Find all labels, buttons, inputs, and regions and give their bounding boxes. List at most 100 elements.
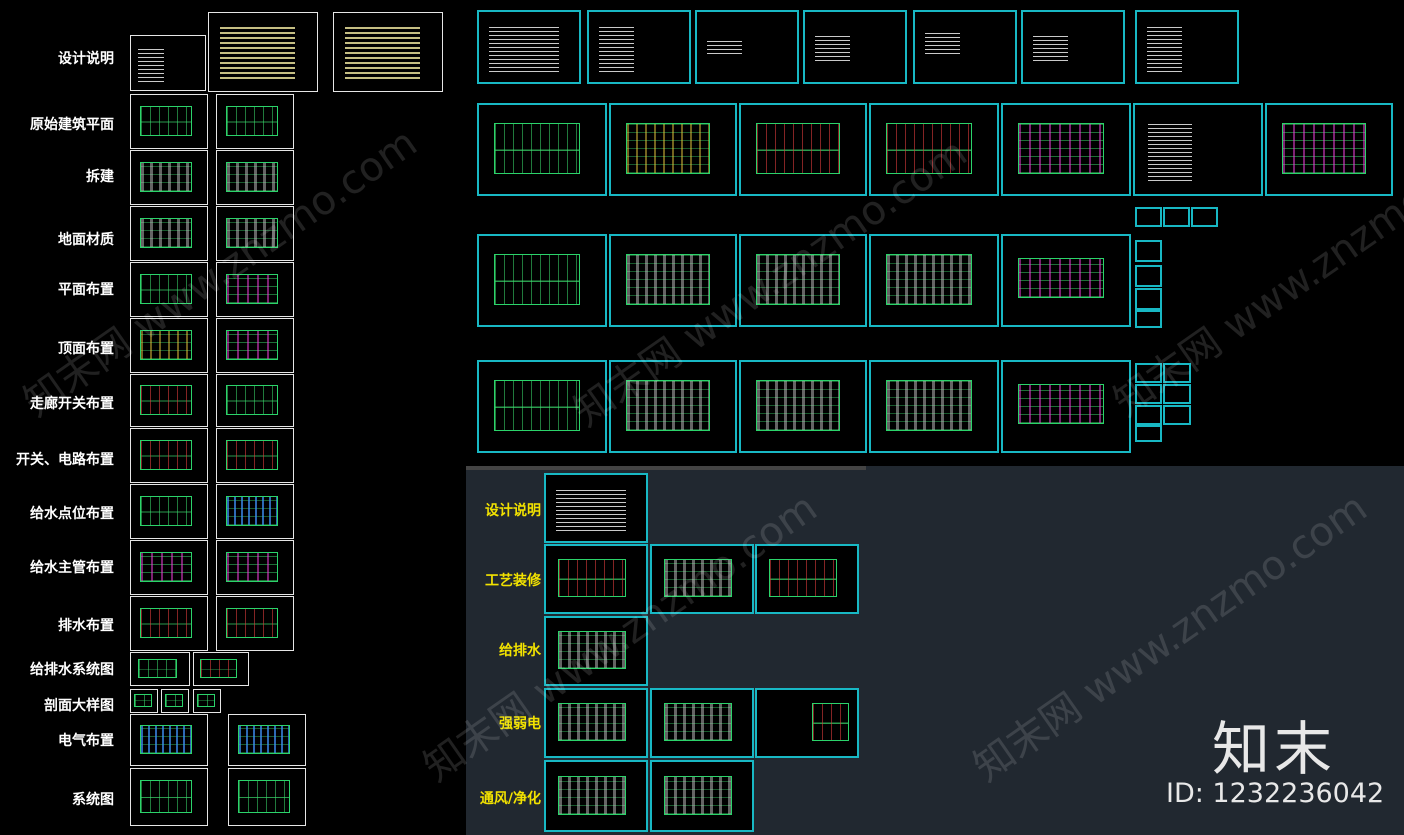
plan-drawing bbox=[238, 780, 290, 813]
sheet-notes[interactable] bbox=[1021, 10, 1125, 84]
plan-drawing bbox=[200, 659, 238, 678]
plan-drawing bbox=[140, 607, 192, 639]
sheet-plan[interactable] bbox=[739, 360, 867, 453]
sheet-notes[interactable] bbox=[1133, 103, 1263, 196]
plan-drawing bbox=[197, 694, 215, 708]
plan-drawing bbox=[226, 439, 278, 471]
label-panel-plumbing: 给排水 bbox=[499, 643, 541, 659]
plan-drawing bbox=[625, 122, 711, 175]
plan-drawing bbox=[226, 329, 278, 361]
sheet-notes[interactable] bbox=[544, 473, 648, 543]
sheet-plan[interactable] bbox=[216, 374, 294, 427]
plan-drawing bbox=[226, 551, 278, 583]
sheet-notes[interactable] bbox=[913, 10, 1017, 84]
sheet-plan[interactable] bbox=[130, 540, 208, 595]
label-electrical: 电气布置 bbox=[58, 733, 114, 749]
plan-drawing bbox=[886, 253, 972, 306]
plan-drawing bbox=[140, 725, 192, 754]
brand-id: ID: 1232236042 bbox=[1166, 778, 1385, 809]
sheet-plan[interactable] bbox=[130, 150, 208, 205]
sheet-notes-3[interactable] bbox=[333, 12, 443, 92]
plan-drawing bbox=[140, 105, 192, 137]
sheet-plan[interactable] bbox=[130, 374, 208, 427]
sheet-plan[interactable] bbox=[609, 103, 737, 196]
sheet-notes[interactable] bbox=[695, 10, 799, 84]
plan-drawing bbox=[226, 105, 278, 137]
sheet-plan[interactable] bbox=[477, 234, 607, 327]
sheet-mini[interactable] bbox=[1135, 310, 1162, 328]
sheet-mini[interactable] bbox=[1135, 288, 1162, 310]
label-drainage: 排水布置 bbox=[58, 618, 114, 634]
label-water-points: 给水点位布置 bbox=[30, 506, 114, 522]
sheet-legend[interactable] bbox=[1265, 103, 1393, 196]
sheet-plan[interactable] bbox=[477, 103, 607, 196]
sheet-plan[interactable] bbox=[130, 596, 208, 651]
label-section-detail: 剖面大样图 bbox=[44, 698, 114, 714]
plan-drawing bbox=[558, 559, 626, 598]
sheet-mini[interactable] bbox=[1135, 207, 1162, 227]
sheet-plan[interactable] bbox=[130, 484, 208, 539]
sheet-plan[interactable] bbox=[216, 484, 294, 539]
label-water-main: 给水主管布置 bbox=[30, 560, 114, 576]
sheet-mini[interactable] bbox=[1135, 240, 1162, 262]
sheet-plan[interactable] bbox=[216, 540, 294, 595]
sheet-electrical[interactable] bbox=[130, 714, 208, 766]
label-plumbing-system: 给排水系统图 bbox=[30, 662, 114, 678]
sheet-content bbox=[556, 486, 626, 532]
sheet-notes-2[interactable] bbox=[208, 12, 318, 92]
plan-drawing bbox=[886, 379, 972, 432]
plan-drawing bbox=[140, 780, 192, 813]
plan-drawing bbox=[558, 775, 626, 816]
sheet-mini[interactable] bbox=[1191, 207, 1218, 227]
sheet-plan[interactable] bbox=[216, 428, 294, 483]
plan-drawing bbox=[140, 551, 192, 583]
sheet-plan[interactable] bbox=[216, 94, 294, 149]
sheet-plan[interactable] bbox=[650, 688, 754, 758]
label-demolition: 拆建 bbox=[86, 169, 114, 185]
sheet-plan[interactable] bbox=[216, 318, 294, 373]
plan-drawing bbox=[140, 495, 192, 527]
sheet-mini[interactable] bbox=[1163, 207, 1190, 227]
sheet-cover[interactable] bbox=[477, 10, 581, 84]
plan-drawing bbox=[134, 694, 152, 708]
sheet-plan[interactable] bbox=[1001, 103, 1131, 196]
sheet-system-diagram[interactable] bbox=[228, 768, 306, 826]
plan-drawing bbox=[140, 217, 192, 249]
sheet-plan[interactable] bbox=[216, 596, 294, 651]
sheet-notes[interactable] bbox=[130, 35, 206, 91]
sheet-plan[interactable] bbox=[869, 234, 999, 327]
sheet-system[interactable] bbox=[755, 688, 859, 758]
sheet-electrical[interactable] bbox=[228, 714, 306, 766]
plan-drawing bbox=[226, 495, 278, 527]
plan-drawing bbox=[238, 725, 290, 754]
sheet-plan[interactable] bbox=[650, 760, 754, 832]
sheet-notes[interactable] bbox=[587, 10, 691, 84]
sheet-detail[interactable] bbox=[193, 689, 221, 713]
sheet-plan[interactable] bbox=[130, 428, 208, 483]
sheet-mini[interactable] bbox=[1135, 425, 1162, 442]
plan-drawing bbox=[1281, 122, 1367, 175]
label-panel-ventilation: 通风/净化 bbox=[479, 791, 541, 807]
sheet-mini[interactable] bbox=[1163, 405, 1191, 425]
sheet-content bbox=[599, 24, 634, 72]
sheet-plan[interactable] bbox=[130, 94, 208, 149]
brand-logo: 知末 bbox=[1212, 715, 1337, 783]
sheet-content bbox=[707, 40, 742, 54]
sheet-system[interactable] bbox=[130, 652, 190, 686]
sheet-system-diagram[interactable] bbox=[130, 768, 208, 826]
sheet-detail[interactable] bbox=[161, 689, 189, 713]
sheet-notes[interactable] bbox=[1135, 10, 1239, 84]
sheet-plan[interactable] bbox=[544, 760, 648, 832]
sheet-notes[interactable] bbox=[803, 10, 907, 84]
sheet-system[interactable] bbox=[193, 652, 249, 686]
sheet-content bbox=[138, 45, 165, 82]
sheet-elevation[interactable] bbox=[1001, 234, 1131, 327]
plan-drawing bbox=[165, 694, 183, 708]
sheet-mini[interactable] bbox=[1135, 265, 1162, 287]
sheet-plan[interactable] bbox=[739, 103, 867, 196]
label-panel-notes: 设计说明 bbox=[485, 503, 541, 519]
sheet-plan[interactable] bbox=[869, 360, 999, 453]
panel-top-edge bbox=[466, 466, 866, 470]
sheet-detail[interactable] bbox=[130, 689, 158, 713]
cad-model-space[interactable]: 设计说明 原始建筑平面 拆建 地面材质 平面布置 顶面布置 走廊开关布置 开关、… bbox=[0, 0, 1404, 835]
